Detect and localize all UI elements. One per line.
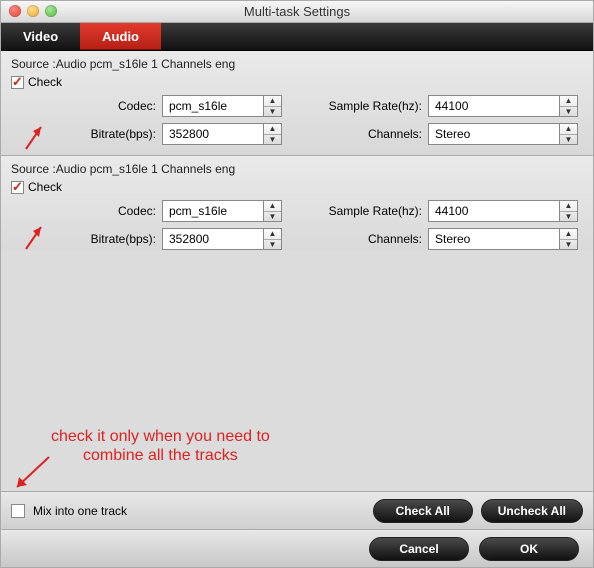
bitrate-select[interactable]: 352800 ▲▼ [162,228,282,250]
settings-window: Multi-task Settings Video Audio Source :… [0,0,594,568]
tab-audio[interactable]: Audio [80,23,161,50]
track-check[interactable] [11,181,24,194]
stepper-icon: ▲▼ [559,124,577,144]
samplerate-select[interactable]: 44100 ▲▼ [428,200,578,222]
codec-label: Codec: [61,204,156,218]
codec-label: Codec: [61,99,156,113]
content-area: Source :Audio pcm_s16le 1 Channels eng C… [1,51,593,491]
close-icon[interactable] [9,5,21,17]
bitrate-label: Bitrate(bps): [61,232,156,246]
uncheck-all-button[interactable]: Uncheck All [481,499,583,523]
codec-value: pcm_s16le [169,204,227,218]
window-controls [9,5,57,17]
bitrate-value: 352800 [169,127,209,141]
stepper-icon: ▲▼ [263,201,281,221]
ok-button[interactable]: OK [479,537,579,561]
samplerate-value: 44100 [435,99,468,113]
check-label: Check [28,75,62,89]
tab-bar: Video Audio [1,23,593,51]
samplerate-label: Sample Rate(hz): [312,99,422,113]
tab-video[interactable]: Video [1,23,80,50]
samplerate-value: 44100 [435,204,468,218]
channels-label: Channels: [312,232,422,246]
codec-value: pcm_s16le [169,99,227,113]
channels-value: Stereo [435,232,470,246]
stepper-icon: ▲▼ [559,96,577,116]
check-label: Check [28,180,62,194]
cancel-button[interactable]: Cancel [369,537,469,561]
titlebar: Multi-task Settings [1,1,593,23]
channels-label: Channels: [312,127,422,141]
track-check[interactable] [11,76,24,89]
mix-row: Mix into one track Check All Uncheck All [1,491,593,529]
bitrate-label: Bitrate(bps): [61,127,156,141]
samplerate-select[interactable]: 44100 ▲▼ [428,95,578,117]
source-info: Source :Audio pcm_s16le 1 Channels eng [11,162,583,176]
channels-select[interactable]: Stereo ▲▼ [428,123,578,145]
bitrate-value: 352800 [169,232,209,246]
samplerate-label: Sample Rate(hz): [312,204,422,218]
source-info: Source :Audio pcm_s16le 1 Channels eng [11,57,583,71]
empty-area [1,251,593,491]
mix-label: Mix into one track [33,504,127,518]
channels-select[interactable]: Stereo ▲▼ [428,228,578,250]
mix-checkbox[interactable] [11,504,25,518]
stepper-icon: ▲▼ [263,96,281,116]
codec-select[interactable]: pcm_s16le ▲▼ [162,95,282,117]
check-all-button[interactable]: Check All [373,499,473,523]
audio-track-1: Source :Audio pcm_s16le 1 Channels eng C… [1,51,593,156]
minimize-icon[interactable] [27,5,39,17]
stepper-icon: ▲▼ [559,201,577,221]
stepper-icon: ▲▼ [263,229,281,249]
audio-track-2: Source :Audio pcm_s16le 1 Channels eng C… [1,156,593,261]
zoom-icon[interactable] [45,5,57,17]
channels-value: Stereo [435,127,470,141]
bitrate-select[interactable]: 352800 ▲▼ [162,123,282,145]
stepper-icon: ▲▼ [263,124,281,144]
dialog-footer: Cancel OK [1,529,593,567]
window-title: Multi-task Settings [244,4,350,19]
stepper-icon: ▲▼ [559,229,577,249]
codec-select[interactable]: pcm_s16le ▲▼ [162,200,282,222]
